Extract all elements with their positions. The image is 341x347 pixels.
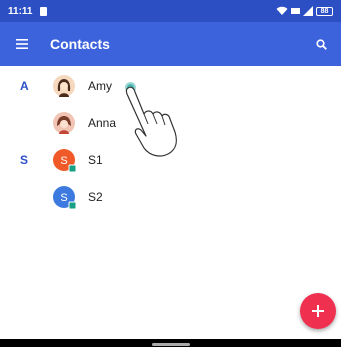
- data-icon: [291, 8, 300, 14]
- contact-name: S2: [88, 189, 103, 204]
- contact-row-s2[interactable]: S S2: [0, 178, 341, 215]
- section-header-s: S: [20, 152, 29, 167]
- sd-card-icon: [40, 6, 48, 16]
- add-contact-button[interactable]: [300, 293, 336, 329]
- letter-avatar-icon: S: [53, 185, 77, 209]
- girl-avatar-icon: [53, 74, 75, 97]
- signal-icon: [303, 6, 313, 16]
- app-bar: Contacts: [0, 22, 341, 66]
- pointing-hand-icon: [125, 86, 177, 157]
- avatar-initial: S: [60, 192, 67, 204]
- contact-name: Amy: [88, 78, 112, 93]
- contact-name: Anna: [88, 115, 117, 130]
- home-gesture-handle[interactable]: [152, 343, 190, 346]
- plus-icon: [312, 305, 324, 317]
- section-header-a: A: [20, 78, 29, 93]
- status-time: 11:11: [8, 5, 33, 17]
- page-title: Contacts: [50, 36, 110, 52]
- status-bar: 11:11 88: [0, 0, 341, 22]
- hamburger-menu-icon[interactable]: [0, 22, 44, 66]
- contact-name: S1: [88, 152, 103, 167]
- wifi-icon: [276, 6, 288, 15]
- girl-avatar-icon: [53, 111, 75, 134]
- status-icons: 88: [276, 6, 333, 16]
- battery-icon: 88: [316, 6, 333, 16]
- search-icon[interactable]: [301, 22, 341, 66]
- letter-avatar-icon: S: [53, 148, 77, 172]
- avatar-initial: S: [60, 155, 67, 167]
